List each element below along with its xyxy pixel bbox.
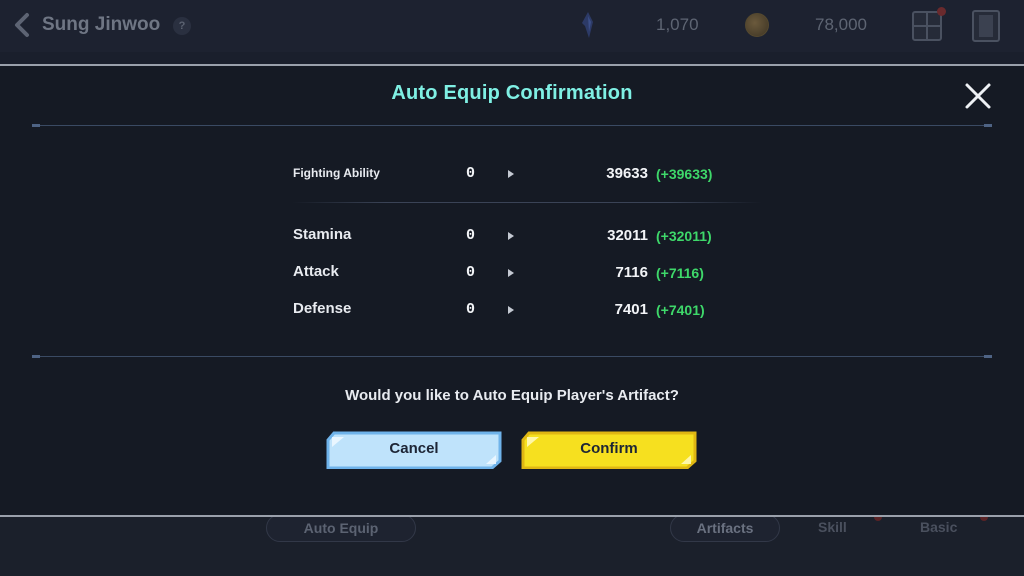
stat-new-attack: 7116 — [615, 264, 648, 281]
gold-coin-icon — [745, 13, 769, 37]
exit-door-icon[interactable] — [972, 10, 1000, 42]
stat-diff-stamina: (+32011) — [656, 228, 712, 244]
arrow-right-icon — [508, 170, 514, 178]
cancel-button-label: Cancel — [389, 440, 439, 457]
stat-new-stamina: 32011 — [607, 227, 648, 244]
cancel-button[interactable]: Cancel — [326, 431, 502, 469]
confirm-button-label: Confirm — [580, 440, 638, 457]
stat-diff-defense: (+7401) — [656, 302, 705, 318]
stat-old-defense: 0 — [466, 301, 476, 318]
stat-label-attack: Attack — [293, 263, 339, 280]
divider-top — [32, 124, 992, 127]
stat-old-fighting-ability: 0 — [466, 165, 476, 182]
player-name: Sung Jinwoo — [42, 14, 161, 35]
tab-skill[interactable]: Skill — [818, 519, 847, 535]
close-icon[interactable] — [962, 80, 994, 112]
auto-equip-button[interactable]: Auto Equip — [266, 514, 416, 542]
help-icon[interactable]: ? — [173, 17, 191, 35]
top-bar: Sung Jinwoo ? 1,070 78,000 — [0, 0, 1024, 52]
tab-basic[interactable]: Basic — [920, 519, 957, 535]
bottom-bar — [0, 516, 1024, 576]
stat-diff-fighting-ability: (+39633) — [656, 166, 713, 182]
stat-label-stamina: Stamina — [293, 226, 352, 243]
stat-old-attack: 0 — [466, 264, 476, 281]
back-arrow-icon[interactable] — [10, 12, 36, 38]
dialog-title: Auto Equip Confirmation — [391, 82, 633, 104]
notification-dot — [937, 7, 946, 16]
stat-old-stamina: 0 — [466, 227, 476, 244]
stat-new-defense: 7401 — [614, 301, 648, 318]
confirmation-question: Would you like to Auto Equip Player's Ar… — [345, 387, 679, 404]
auto-equip-dialog — [0, 64, 1024, 517]
stat-label-fighting-ability: Fighting Ability — [293, 166, 380, 180]
stat-diff-attack: (+7116) — [656, 265, 704, 281]
arrow-right-icon — [508, 306, 514, 314]
stat-label-defense: Defense — [293, 300, 352, 317]
gold-value: 78,000 — [815, 15, 867, 34]
crystal-value: 1,070 — [656, 15, 699, 34]
crystal-icon — [582, 12, 593, 38]
inventory-icon[interactable] — [912, 11, 942, 41]
confirm-button[interactable]: Confirm — [521, 431, 697, 469]
divider-bottom — [32, 355, 992, 358]
tab-artifacts[interactable]: Artifacts — [670, 514, 780, 542]
row-separator — [292, 202, 762, 203]
arrow-right-icon — [508, 232, 514, 240]
stat-new-fighting-ability: 39633 — [606, 165, 648, 182]
arrow-right-icon — [508, 269, 514, 277]
